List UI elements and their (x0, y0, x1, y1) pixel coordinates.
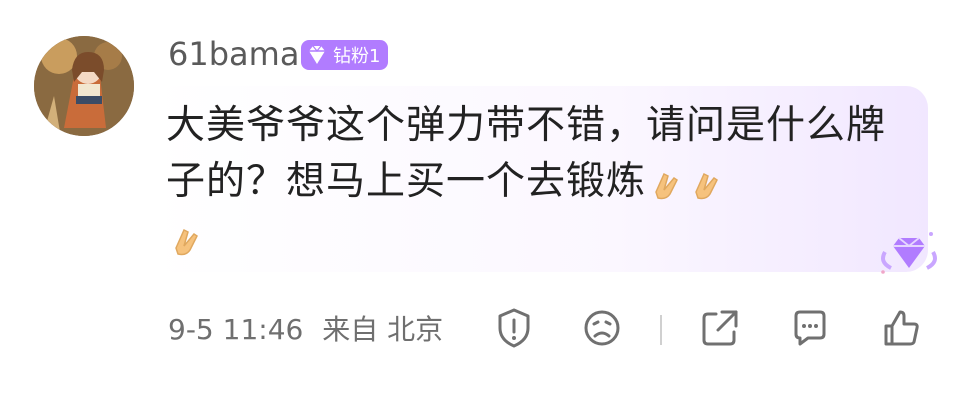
comment-text: 大美爷爷这个弹力带不错，请问是什么牌子的？想马上买一个去锻炼 (166, 103, 887, 204)
avatar[interactable] (34, 36, 134, 136)
share-icon[interactable] (696, 304, 744, 352)
avatar-illustration (34, 36, 134, 136)
actions-divider (660, 315, 662, 345)
location-prefix: 来自 (322, 313, 379, 346)
comment-body: 大美爷爷这个弹力带不错，请问是什么牌子的？想马上买一个去锻炼 (166, 98, 906, 266)
report-icon[interactable] (490, 304, 538, 352)
pray-emoji-icon (686, 164, 726, 204)
location: 北京 (387, 313, 444, 346)
badge-label: 钻粉1 (333, 46, 381, 67)
like-icon[interactable] (878, 304, 926, 352)
fan-badge[interactable]: 钻粉1 (301, 40, 389, 70)
timestamp: 9-5 11:46 (168, 313, 304, 346)
username[interactable]: 61bama (168, 34, 299, 74)
pray-emoji-icon (166, 220, 206, 260)
diamond-icon (309, 45, 325, 64)
dislike-icon[interactable] (578, 304, 626, 352)
comment-meta: 9-5 11:46 来自 北京 (168, 312, 443, 348)
comment-icon[interactable] (786, 304, 834, 352)
diamond-badge-icon (881, 232, 937, 274)
pray-emoji-icon (646, 164, 686, 204)
